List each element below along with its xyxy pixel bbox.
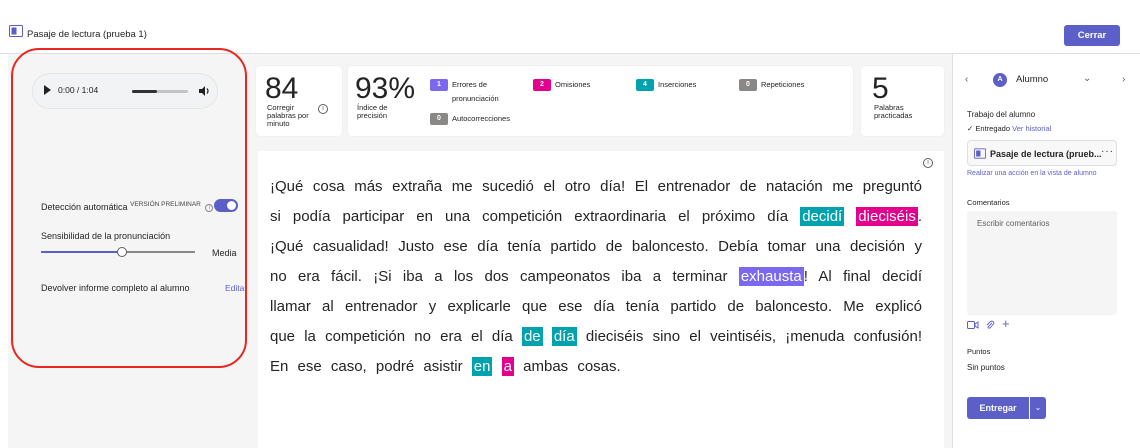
comments-title: Comentarios [967,198,1010,207]
toggle-knob [227,201,236,210]
attachment-item[interactable]: Pasaje de lectura (prueb... ··· [967,140,1117,166]
highlighted-word-pink[interactable]: a [501,357,514,376]
student-name: Alumno [1016,74,1049,85]
student-view-link[interactable]: Realizar una acción en la vista de alumn… [967,170,1097,177]
passage-text [543,328,552,345]
comments-placeholder: Escribir comentarios [977,219,1050,228]
video-icon[interactable] [967,320,979,330]
audio-progress-track[interactable] [132,90,188,93]
highlighted-word-teal[interactable]: decidí [800,207,845,226]
turn-in-dropdown[interactable]: ⌄ [1030,397,1046,419]
omissions-badge: 2 [533,79,551,91]
insertions-badge: 4 [636,79,654,91]
audio-player[interactable]: 0:00 / 1:04 [32,73,218,109]
play-icon[interactable] [44,85,51,95]
highlighted-word-teal[interactable]: de [521,327,543,346]
preview-tag: VERSIÓN PRELIMINAR [130,201,201,208]
audio-progress-fill [132,90,158,93]
audio-time: 0:00 / 1:04 [58,85,99,95]
turn-in-button[interactable]: Entregar [967,397,1029,419]
sensitivity-value: Media [212,248,237,258]
wcpm-card: 84 Corregir palabras por minuto i [256,66,342,136]
check-icon: ✓ [967,124,974,133]
sensitivity-slider-fill [41,251,118,253]
comments-input[interactable]: Escribir comentarios [967,211,1117,315]
highlighted-word-teal[interactable]: día [551,327,577,346]
info-icon[interactable]: i [923,158,933,168]
auto-detect-label: Detección automática VERSIÓN PRELIMINAR … [41,201,214,212]
wcpm-value: 84 [265,72,299,105]
passage-text [844,208,856,225]
pronunciation-errors-badge: 1 [430,79,448,91]
repetitions-label: Repeticiones [761,80,805,89]
sensitivity-label: Sensibilidad de la pronunciación [41,231,171,241]
reading-passage-card: i ¡Qué cosa más extraña me sucedió el ot… [258,151,944,448]
student-selector[interactable]: A Alumno ⌄ [983,70,1105,90]
words-practiced-value: 5 [872,72,889,105]
highlighted-word-purple[interactable]: exhausta [738,267,804,286]
volume-icon[interactable] [197,84,211,98]
avatar: A [993,73,1007,87]
close-button[interactable]: Cerrar [1064,25,1120,46]
info-icon[interactable]: i [205,203,214,212]
wcpm-label: Corregir palabras por minuto [267,103,309,128]
chevron-down-icon: ⌄ [1083,73,1092,84]
edit-link[interactable]: Editar [225,283,247,293]
settings-panel: 0:00 / 1:04 Detección automática VERSIÓN… [8,54,248,448]
header-bar: Pasaje de lectura (prueba 1) Cerrar [0,0,1140,54]
reading-passage-text: ¡Qué cosa más extraña me sucedió el otro… [270,172,922,382]
report-label: Devolver informe completo al alumno [41,283,190,293]
student-work-title: Trabajo del alumno [967,110,1036,119]
passage-text [492,358,501,375]
page-title: Pasaje de lectura (prueba 1) [27,29,147,40]
chevron-left-icon[interactable]: ‹ [965,74,968,85]
omissions-label: Omisiones [555,80,591,89]
words-practiced-card: 5 Palabras practicadas [861,66,944,136]
main-content: 84 Corregir palabras por minuto i 93% Ín… [248,54,952,448]
document-icon [9,25,23,37]
insertions-label: Inserciones [658,80,697,89]
passage-text: ambas cosas. [513,358,621,375]
points-title: Puntos [967,347,991,356]
points-value: Sin puntos [967,363,1005,372]
highlighted-word-teal[interactable]: en [471,357,493,376]
self-corrections-badge: 0 [430,113,448,125]
pronunciation-errors-label: Errores de pronunciación [452,80,499,103]
chevron-right-icon[interactable]: › [1122,74,1125,85]
chevron-down-icon: ⌄ [1034,403,1042,412]
more-options-icon[interactable]: ··· [1101,146,1114,157]
accuracy-card: 93% Índice de precisión 1 Errores de pro… [348,66,853,136]
info-icon[interactable]: i [318,104,328,114]
auto-detect-toggle[interactable] [214,199,238,212]
self-corrections-label: Autocorrecciones [452,114,510,123]
accuracy-label: Índice de precisión [357,103,388,120]
repetitions-badge: 0 [739,79,757,91]
highlighted-word-pink[interactable]: dieciséis [856,207,918,226]
submission-status: ✓ Entregado Ver historial [967,124,1052,133]
attach-icon[interactable] [985,320,995,330]
document-icon [974,148,986,159]
student-sidebar: ‹ A Alumno ⌄ › Trabajo del alumno ✓ Entr… [952,54,1140,448]
sensitivity-slider-thumb[interactable] [117,247,127,257]
add-icon[interactable]: + [1002,316,1010,331]
attachment-title: Pasaje de lectura (prueb... [990,149,1102,159]
accuracy-value: 93% [355,72,416,105]
words-practiced-label: Palabras practicadas [874,103,913,120]
view-history-link[interactable]: Ver historial [1012,124,1051,133]
